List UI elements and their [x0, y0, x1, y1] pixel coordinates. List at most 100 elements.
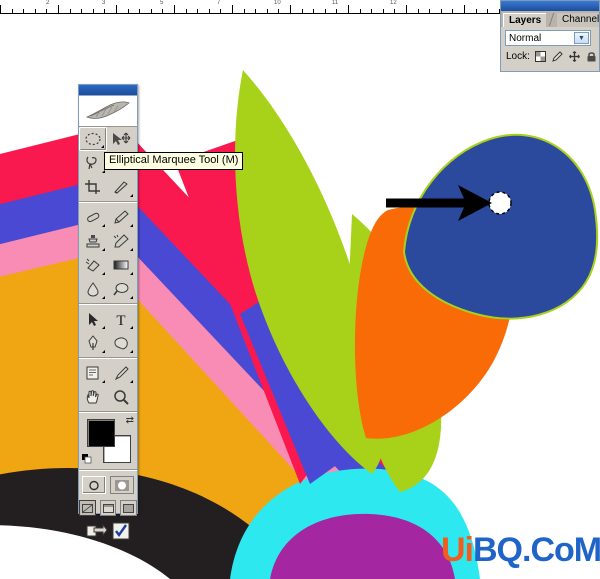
move-tool[interactable] — [107, 127, 135, 151]
tool-group-vector[interactable]: T — [79, 307, 137, 355]
palette-title-bar[interactable] — [501, 1, 599, 11]
watermark: UiBQ.CoM — [441, 531, 600, 569]
ruler-tick — [441, 9, 442, 13]
chevron-down-icon[interactable]: ▼ — [574, 32, 589, 44]
flyout-triangle — [127, 326, 133, 329]
ruler-tick — [348, 5, 349, 13]
lock-all[interactable] — [585, 50, 598, 63]
notes-tool[interactable] — [79, 361, 107, 385]
ruler-tick — [476, 9, 477, 13]
ruler-tick — [104, 9, 105, 13]
path-selection-tool[interactable] — [79, 307, 107, 331]
lock-transparent-pixels[interactable] — [534, 50, 547, 63]
ruler-tick — [209, 9, 210, 13]
ruler-tick — [162, 9, 163, 13]
ruler-tick — [360, 9, 361, 13]
flyout-triangle — [127, 194, 133, 197]
mask-mode-row[interactable] — [79, 473, 137, 497]
ruler-tick — [406, 5, 407, 13]
standard-screen-mode-button[interactable] — [79, 500, 96, 516]
ruler-tick — [244, 9, 245, 13]
type-tool[interactable]: T — [107, 307, 135, 331]
ruler-tick — [93, 9, 94, 13]
ruler-tick — [0, 5, 1, 13]
flyout-triangle — [99, 326, 105, 329]
imageready-button[interactable] — [112, 522, 130, 545]
bird-eye-selection[interactable] — [488, 191, 512, 215]
palette-tabs[interactable]: Layers Channels — [501, 11, 599, 27]
screen-mode-row[interactable] — [79, 497, 138, 519]
flyout-triangle — [127, 272, 133, 275]
eyedropper-tool[interactable] — [107, 361, 135, 385]
tool-tooltip: Elliptical Marquee Tool (M) — [104, 152, 244, 170]
standard-mode-button[interactable] — [82, 476, 106, 494]
ruler-label: 10 — [274, 0, 281, 6]
tab-channels[interactable]: Channels — [557, 13, 599, 27]
lasso-tool[interactable] — [79, 151, 107, 175]
ruler-tick — [46, 9, 47, 13]
full-screen-button[interactable] — [120, 500, 138, 516]
ruler-tick — [452, 9, 453, 13]
crop-tool[interactable] — [79, 175, 107, 199]
clone-stamp-tool[interactable] — [79, 229, 107, 253]
svg-text:T: T — [116, 313, 125, 327]
flyout-triangle — [99, 248, 105, 251]
blend-mode-select[interactable]: Normal ▼ — [505, 30, 591, 46]
flyout-triangle — [127, 248, 133, 251]
tool-group-view[interactable] — [79, 361, 137, 409]
toolbox-title-bar[interactable] — [79, 85, 137, 96]
ruler-tick — [313, 9, 314, 13]
blur-tool[interactable] — [79, 277, 107, 301]
tab-layers[interactable]: Layers — [503, 13, 547, 27]
full-screen-menubar-button[interactable] — [99, 500, 117, 516]
blend-mode-value: Normal — [509, 32, 542, 44]
layers-palette[interactable]: Layers Channels Normal ▼ Lock: — [500, 0, 600, 72]
default-colors-icon[interactable] — [82, 454, 92, 464]
flyout-triangle — [127, 224, 133, 227]
brush-tool[interactable] — [107, 205, 135, 229]
jump-to-row[interactable] — [79, 519, 137, 549]
tool-group-retouch[interactable] — [79, 205, 137, 301]
shape-tool[interactable] — [107, 331, 135, 355]
zoom-tool[interactable] — [107, 385, 135, 409]
ruler-label: 5 — [160, 0, 164, 6]
ruler-label: 3 — [102, 0, 106, 6]
ruler-tick — [302, 9, 303, 13]
healing-brush-tool[interactable] — [79, 205, 107, 229]
lock-position[interactable] — [568, 50, 581, 63]
ruler-tick — [487, 9, 488, 13]
dodge-tool[interactable] — [107, 277, 135, 301]
ruler-tick — [70, 9, 71, 13]
color-swatches[interactable]: ⇄ — [79, 415, 137, 467]
flyout-triangle — [99, 272, 105, 275]
marquee-tool[interactable] — [79, 127, 107, 151]
ruler-tick — [232, 5, 233, 13]
ruler-tick — [186, 9, 187, 13]
hand-tool[interactable] — [79, 385, 107, 409]
ruler-tick — [325, 9, 326, 13]
jump-to-imageready-button[interactable] — [86, 522, 108, 545]
gradient-tool[interactable] — [107, 253, 135, 277]
history-brush-tool[interactable] — [107, 229, 135, 253]
eraser-tool[interactable] — [79, 253, 107, 277]
foreground-color-swatch[interactable] — [87, 419, 115, 447]
ruler-tick — [383, 9, 384, 13]
flyout-triangle — [127, 350, 133, 353]
photoshop-toolbox[interactable]: T ⇄ — [78, 84, 138, 540]
ruler-tick — [58, 5, 59, 13]
ruler-tick — [35, 9, 36, 13]
ruler-label: 12 — [390, 0, 397, 6]
quick-mask-mode-button[interactable] — [110, 476, 134, 494]
lock-image-pixels[interactable] — [551, 50, 564, 63]
slice-tool[interactable] — [107, 175, 135, 199]
lock-row[interactable]: Lock: — [501, 48, 599, 63]
toolbox-divider — [79, 201, 137, 203]
watermark-part-orange: Ui — [441, 531, 474, 569]
ruler-tick — [371, 9, 372, 13]
pen-tool[interactable] — [79, 331, 107, 355]
blend-mode-row[interactable]: Normal ▼ — [501, 27, 599, 48]
swap-colors-icon[interactable]: ⇄ — [126, 416, 134, 426]
ruler-tick — [429, 9, 430, 13]
feather-logo — [79, 96, 137, 127]
ruler-tick — [197, 9, 198, 13]
